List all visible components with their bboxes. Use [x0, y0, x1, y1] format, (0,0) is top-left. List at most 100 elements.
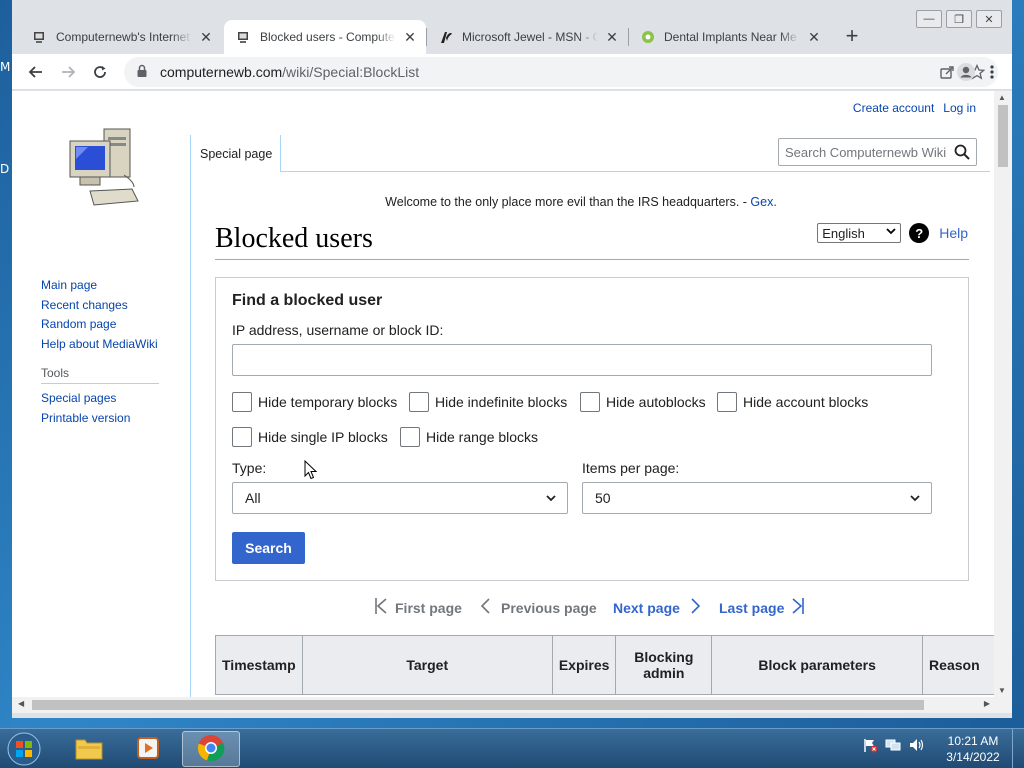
user-tools: Create account Log in — [853, 101, 976, 115]
checkbox-box[interactable] — [409, 392, 429, 412]
taskbar-media-player-button[interactable] — [120, 731, 178, 767]
checkbox-box[interactable] — [232, 392, 252, 412]
last-page-link[interactable]: Last page — [719, 597, 806, 618]
checkbox-hide-account[interactable]: Hide account blocks — [717, 392, 868, 412]
horizontal-scrollbar[interactable]: ◀ ▶ — [12, 697, 1012, 713]
close-window-button[interactable]: ✕ — [976, 10, 1002, 28]
checkbox-label: Hide temporary blocks — [258, 394, 398, 410]
previous-page-link: Previous page — [479, 597, 597, 618]
checkbox-label: Hide account blocks — [743, 394, 869, 410]
tab-computernewb-internet[interactable]: Computernewb's Internet ✕ — [20, 20, 222, 54]
back-arrow-icon[interactable] — [24, 60, 48, 84]
checkbox-hide-autoblocks[interactable]: Hide autoblocks — [580, 392, 706, 412]
lock-icon[interactable] — [136, 64, 148, 81]
log-in-link[interactable]: Log in — [943, 101, 976, 115]
tab-close-icon[interactable]: ✕ — [198, 29, 214, 46]
window-controls: — ❐ ✕ — [912, 10, 1002, 28]
checkbox-box[interactable] — [232, 427, 252, 447]
new-tab-button[interactable]: + — [840, 24, 864, 48]
show-desktop-button[interactable] — [1012, 729, 1024, 768]
checkbox-box[interactable] — [400, 427, 420, 447]
checkbox-hide-temporary[interactable]: Hide temporary blocks — [232, 392, 397, 412]
address-bar[interactable]: computernewb.com/wiki/Special:BlockList — [124, 57, 998, 87]
column-header-timestamp[interactable]: Timestamp — [215, 635, 303, 695]
taskbar-explorer-button[interactable] — [60, 731, 118, 767]
tab-microsoft-jewel[interactable]: Microsoft Jewel - MSN - Games ✕ — [426, 20, 628, 54]
sidebar-item-special-pages[interactable]: Special pages — [41, 389, 181, 409]
sidebar-item-recent-changes[interactable]: Recent changes — [41, 296, 181, 316]
sidebar-item-random-page[interactable]: Random page — [41, 315, 181, 335]
site-notice-link[interactable]: Gex. — [750, 195, 776, 209]
first-page-icon — [373, 597, 389, 618]
next-page-link[interactable]: Next page — [613, 597, 702, 618]
checkbox-hide-single-ip[interactable]: Hide single IP blocks — [232, 427, 388, 447]
block-list-table: Timestamp Target Expires Blocking admin … — [215, 635, 994, 695]
action-center-flag-icon[interactable] — [862, 737, 878, 756]
forward-arrow-icon[interactable] — [56, 60, 80, 84]
tab-title: Computernewb's Internet — [56, 30, 190, 44]
type-select[interactable]: All — [232, 482, 568, 514]
column-header-reason[interactable]: Reason — [922, 635, 994, 695]
desktop-icon-label-fragment: D — [0, 162, 10, 176]
scroll-right-arrow-icon[interactable]: ▶ — [984, 699, 990, 708]
sidebar-item-main-page[interactable]: Main page — [41, 276, 181, 296]
taskbar-clock[interactable]: 10:21 AM 3/14/2022 — [940, 733, 1006, 765]
column-header-expires[interactable]: Expires — [551, 635, 617, 695]
start-button[interactable] — [4, 730, 44, 768]
items-per-page-select[interactable]: 50 — [582, 482, 932, 514]
kebab-menu-icon[interactable] — [980, 60, 1004, 84]
previous-page-label: Previous page — [501, 599, 597, 616]
column-header-block-parameters[interactable]: Block parameters — [711, 635, 924, 695]
volume-icon[interactable] — [908, 737, 926, 756]
tab-title: Blocked users - Computernewb Wiki — [260, 30, 396, 44]
minimize-button[interactable]: — — [916, 10, 942, 28]
clock-time: 10:21 AM — [947, 734, 999, 748]
tab-blocked-users[interactable]: Blocked users - Computernewb Wiki ✕ — [224, 20, 426, 54]
site-notice: Welcome to the only place more evil than… — [191, 195, 971, 209]
checkbox-box[interactable] — [717, 392, 737, 412]
type-select-value: All — [245, 490, 261, 506]
create-account-link[interactable]: Create account — [853, 101, 934, 115]
web-page: Main page Recent changes Random page Hel… — [12, 91, 994, 697]
profile-avatar-icon[interactable] — [954, 60, 978, 84]
column-header-blocking-admin[interactable]: Blocking admin — [615, 635, 713, 695]
vertical-scrollbar[interactable]: ▲ ▼ — [994, 91, 1012, 697]
target-input[interactable] — [232, 344, 932, 376]
maximize-button[interactable]: ❐ — [946, 10, 972, 28]
tab-special-page[interactable]: Special page — [190, 135, 282, 172]
reload-icon[interactable] — [88, 60, 112, 84]
checkbox-hide-indefinite[interactable]: Hide indefinite blocks — [409, 392, 567, 412]
scroll-up-arrow-icon[interactable]: ▲ — [998, 93, 1006, 102]
page-indicators: English ? Help — [817, 223, 968, 243]
tab-strip: — ❐ ✕ Computernewb's Internet ✕ Blocked … — [12, 0, 1012, 54]
checkbox-box[interactable] — [580, 392, 600, 412]
browser-toolbar: computernewb.com/wiki/Special:BlockList — [12, 54, 1012, 90]
vertical-scroll-thumb[interactable] — [998, 105, 1008, 167]
taskbar-chrome-button[interactable] — [182, 731, 240, 767]
checkbox-hide-range[interactable]: Hide range blocks — [400, 427, 538, 447]
language-select[interactable]: English — [817, 223, 902, 243]
search-icon[interactable] — [954, 144, 970, 163]
chevron-down-icon — [545, 491, 557, 507]
table-header-row: Timestamp Target Expires Blocking admin … — [215, 635, 994, 695]
items-per-page-label: Items per page: — [582, 460, 680, 476]
computer-favicon-icon — [32, 29, 48, 45]
help-link[interactable]: Help — [939, 225, 968, 241]
tab-close-icon[interactable]: ✕ — [604, 29, 620, 46]
items-per-page-value: 50 — [595, 490, 611, 506]
tab-dental-implants[interactable]: Dental Implants Near Me ✕ — [628, 20, 830, 54]
sidebar-item-printable-version[interactable]: Printable version — [41, 409, 181, 429]
help-question-icon[interactable]: ? — [909, 223, 930, 243]
scroll-left-arrow-icon[interactable]: ◀ — [18, 699, 24, 708]
first-page-label: First page — [395, 599, 462, 616]
wiki-search-input[interactable]: Search Computernewb Wiki — [778, 138, 977, 166]
sidebar-item-help[interactable]: Help about MediaWiki — [41, 335, 181, 355]
horizontal-scroll-thumb[interactable] — [32, 700, 924, 710]
tab-close-icon[interactable]: ✕ — [402, 29, 418, 46]
tab-close-icon[interactable]: ✕ — [806, 29, 822, 46]
column-header-target[interactable]: Target — [301, 635, 553, 695]
scroll-down-arrow-icon[interactable]: ▼ — [998, 686, 1006, 695]
network-icon[interactable] — [884, 737, 902, 756]
search-button[interactable]: Search — [232, 532, 305, 564]
wiki-logo-icon[interactable] — [64, 127, 144, 213]
